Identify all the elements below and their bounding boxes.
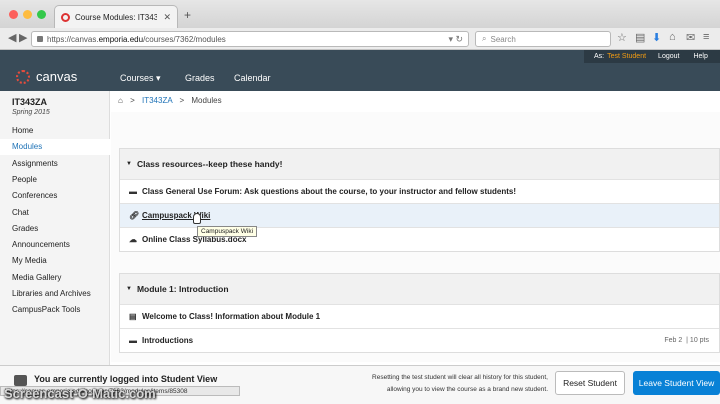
sidebar-item-home[interactable]: Home <box>0 123 110 139</box>
logout-link[interactable]: Logout <box>658 53 679 60</box>
discussion-icon: ▬ <box>129 336 137 345</box>
student-view-description: Resetting the test student will clear al… <box>372 372 548 396</box>
home-icon[interactable]: ⌂ <box>118 96 123 105</box>
reset-student-button[interactable]: Reset Student <box>555 371 625 395</box>
browser-search-input[interactable]: ⌕ Search <box>475 31 611 47</box>
tab-close-icon[interactable]: ✕ <box>163 12 171 23</box>
browser-tab-bar: Course Modules: IT343ZA... ✕ + <box>0 0 720 28</box>
nav-grades[interactable]: Grades <box>185 73 215 83</box>
mouse-cursor-icon <box>193 213 201 224</box>
student-view-message: You are currently logged into Student Vi… <box>34 374 218 384</box>
browser-toolbar: ◀ ▶ https://canvas.emporia.edu/courses/7… <box>0 28 720 50</box>
search-icon: ⌕ <box>482 34 487 43</box>
address-bar[interactable]: https://canvas.emporia.edu/courses/7362/… <box>31 31 469 47</box>
sidebar-item-grades[interactable]: Grades <box>0 221 110 237</box>
breadcrumb-current: Modules <box>191 96 222 105</box>
reload-icon[interactable]: ▾ ↻ <box>448 34 463 45</box>
module-header[interactable]: ▼ Module 1: Introduction <box>120 274 719 304</box>
module-header[interactable]: ▼ Class resources--keep these handy! <box>120 149 719 179</box>
menu-icon[interactable]: ≡ <box>703 31 709 43</box>
link-icon: 🔗︎ <box>129 211 140 220</box>
module-item-label[interactable]: Introductions <box>142 336 193 345</box>
sidebar-item-announcements[interactable]: Announcements <box>0 237 110 253</box>
module-item-label[interactable]: Welcome to Class! Information about Modu… <box>142 312 320 321</box>
leave-student-view-button[interactable]: Leave Student View <box>633 371 720 395</box>
sidebar-item-modules[interactable]: Modules <box>0 139 110 155</box>
collapse-triangle-icon[interactable]: ▼ <box>126 286 132 292</box>
description-line: Resetting the test student will clear al… <box>372 374 548 381</box>
module-item-welcome[interactable]: ▤ Welcome to Class! Information about Mo… <box>120 304 719 328</box>
close-window-button[interactable] <box>9 10 18 19</box>
module-item-campuspack-wiki[interactable]: 🔗︎ Campuspack Wiki <box>120 203 719 227</box>
new-tab-icon[interactable]: + <box>184 8 191 22</box>
user-name-link[interactable]: Test Student <box>607 53 646 60</box>
zoom-window-button[interactable] <box>37 10 46 19</box>
help-link[interactable]: Help <box>693 53 707 60</box>
logo-text: canvas <box>36 69 78 84</box>
bookmark-star-icon[interactable]: ☆ <box>617 31 627 44</box>
canvas-logo[interactable]: canvas <box>16 69 77 84</box>
discussion-icon: ▬ <box>129 187 137 196</box>
tab-title: Course Modules: IT343ZA... <box>75 12 158 22</box>
breadcrumb-course-link[interactable]: IT343ZA <box>142 96 172 105</box>
sidebar-item-chat[interactable]: Chat <box>0 205 110 221</box>
download-icon[interactable]: ⬇ <box>652 31 661 44</box>
module-item-forum[interactable]: ▬ Class General Use Forum: Ask questions… <box>120 179 719 203</box>
sidebar-item-libraries[interactable]: Libraries and Archives <box>0 286 110 302</box>
breadcrumb-separator: > <box>130 96 135 105</box>
sidebar-item-my-media[interactable]: My Media <box>0 253 110 269</box>
url-text: https://canvas.emporia.edu/courses/7362/… <box>47 34 226 44</box>
module-title: Module 1: Introduction <box>136 284 229 294</box>
minimize-window-button[interactable] <box>23 10 32 19</box>
addon-icon[interactable]: ✉ <box>686 31 695 44</box>
home-icon[interactable]: ⌂ <box>669 31 676 43</box>
nav-calendar[interactable]: Calendar <box>234 73 271 83</box>
canvas-logo-icon <box>16 69 30 84</box>
sidebar-item-conferences[interactable]: Conferences <box>0 188 110 204</box>
sidebar-item-assignments[interactable]: Assignments <box>0 156 110 172</box>
student-view-icon <box>14 375 27 386</box>
module-item-label[interactable]: Class General Use Forum: Ask questions a… <box>142 187 516 196</box>
module-item-introductions[interactable]: ▬ Introductions Feb 2 | 10 pts <box>120 328 719 352</box>
course-name: IT343ZA <box>12 97 48 107</box>
module-introduction: ▼ Module 1: Introduction ▤ Welcome to Cl… <box>119 273 720 353</box>
lock-icon <box>37 36 43 42</box>
user-nav: As: Test Student Logout Help <box>584 50 720 63</box>
description-line: allowing you to view the course as a bra… <box>386 386 548 393</box>
collapse-triangle-icon[interactable]: ▼ <box>126 161 132 167</box>
sidebar-item-campuspack-tools[interactable]: CampusPack Tools <box>0 302 110 318</box>
sidebar-item-media-gallery[interactable]: Media Gallery <box>0 270 110 286</box>
module-title: Class resources--keep these handy! <box>136 159 283 169</box>
page-icon: ▤ <box>129 312 137 321</box>
breadcrumb-separator: > <box>179 96 185 105</box>
breadcrumb: ⌂ > IT343ZA > Modules <box>118 96 222 105</box>
browser-tab[interactable]: Course Modules: IT343ZA... ✕ <box>54 5 178 28</box>
as-label: As: <box>594 53 605 60</box>
item-meta: Feb 2 | 10 pts <box>664 337 709 344</box>
screencast-watermark: Screencast-O-Matic.com <box>4 386 156 401</box>
search-placeholder: Search <box>490 34 516 44</box>
course-term: Spring 2015 <box>12 109 50 116</box>
cloud-download-icon: ☁ <box>129 235 137 244</box>
due-date: Feb 2 <box>664 337 683 344</box>
sidebar-item-people[interactable]: People <box>0 172 110 188</box>
points: 10 pts <box>689 337 709 344</box>
forward-icon[interactable]: ▶ <box>19 31 27 44</box>
canvas-favicon-icon <box>61 12 70 22</box>
course-sidebar: IT343ZA Spring 2015 Home Modules Assignm… <box>0 91 110 404</box>
back-icon[interactable]: ◀ <box>8 31 16 44</box>
tooltip: Campuspack Wiki <box>197 226 258 237</box>
reading-list-icon[interactable]: ▤ <box>635 31 645 44</box>
nav-courses[interactable]: Courses ▾ <box>120 73 161 84</box>
